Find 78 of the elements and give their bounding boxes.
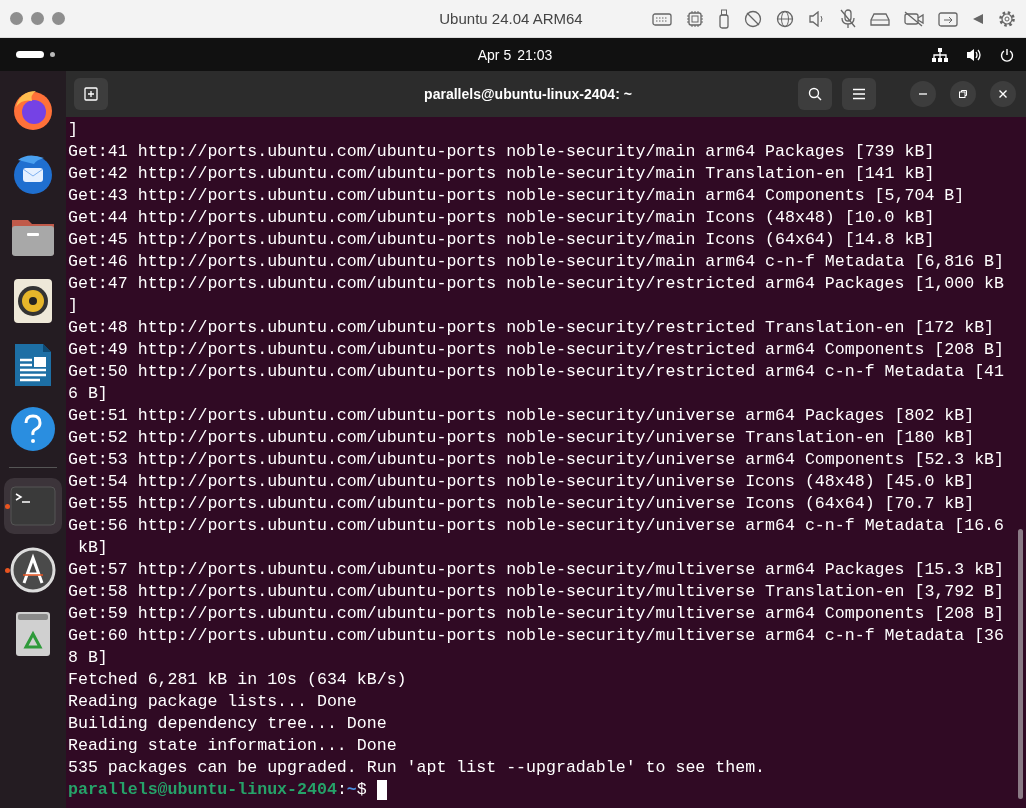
new-tab-button[interactable]	[74, 78, 108, 110]
terminal-output-line: Get:49 http://ports.ubuntu.com/ubuntu-ports noble-security/restricted arm64 Components [208 B]	[68, 339, 1006, 361]
window-control-dot[interactable]	[52, 12, 65, 25]
terminal-output-line: Building dependency tree... Done	[68, 713, 388, 735]
minimize-icon	[919, 93, 927, 95]
terminal-output-line: Get:43 http://ports.ubuntu.com/ubuntu-ports noble-security/main arm64 Components [5,704 B]	[68, 185, 966, 207]
window-title: Ubuntu 24.04 ARM64	[438, 10, 584, 27]
document-icon	[13, 342, 53, 388]
terminal-output-line: Get:48 http://ports.ubuntu.com/ubuntu-ports noble-security/restricted Translation-en [172 kB]	[68, 317, 996, 339]
window-control-dot[interactable]	[10, 12, 23, 25]
close-icon	[998, 89, 1008, 99]
speaker-icon	[13, 278, 53, 324]
help-icon	[10, 406, 56, 452]
keyboard-icon[interactable]	[652, 11, 672, 26]
search-button[interactable]	[798, 78, 832, 110]
triangle-icon[interactable]	[972, 12, 984, 25]
terminal-output-line: 535 packages can be upgraded. Run 'apt list --upgradable' to see them.	[68, 757, 767, 779]
terminal-output-line: Get:41 http://ports.ubuntu.com/ubuntu-ports noble-security/main arm64 Packages [739 kB]	[68, 141, 936, 163]
terminal-output-line: ]	[68, 119, 79, 141]
prompt-separator: :	[336, 779, 347, 801]
terminal-output-line: Get:59 http://ports.ubuntu.com/ubuntu-ports noble-security/multiverse arm64 Components [208 B]	[68, 603, 1006, 625]
settings-icon[interactable]	[998, 9, 1016, 28]
terminal-output-line: ]	[68, 295, 79, 317]
terminal-output-line: Get:54 http://ports.ubuntu.com/ubuntu-ports noble-security/universe Icons (48x48) [45.0 kB]	[68, 471, 976, 493]
terminal-output-line: Get:42 http://ports.ubuntu.com/ubuntu-ports noble-security/main Translation-en [141 kB]	[68, 163, 936, 185]
terminal-output-line: Reading package lists... Done	[68, 691, 358, 713]
time-label[interactable]: 21:03	[517, 46, 553, 63]
running-indicator	[5, 568, 10, 573]
window-control-dot[interactable]	[31, 12, 44, 25]
speaker-icon[interactable]	[808, 10, 826, 27]
restore-icon	[958, 89, 968, 99]
date-label[interactable]: Apr 5	[477, 46, 512, 63]
terminal-output-line: Get:44 http://ports.ubuntu.com/ubuntu-ports noble-security/main Icons (48x48) [10.0 kB]	[68, 207, 936, 229]
letter-a-icon	[10, 547, 56, 593]
volume-icon[interactable]	[966, 47, 982, 62]
muted-microphone-icon[interactable]	[840, 8, 856, 29]
terminal-output-line: Get:51 http://ports.ubuntu.com/ubuntu-ports noble-security/universe arm64 Packages [802 kB]	[68, 405, 976, 427]
terminal-output-line: Get:57 http://ports.ubuntu.com/ubuntu-ports noble-security/multiverse arm64 Packages [15.3 kB]	[68, 559, 1006, 581]
terminal-output-line: Get:45 http://ports.ubuntu.com/ubuntu-ports noble-security/main Icons (64x64) [14.8 kB]	[68, 229, 936, 251]
power-icon[interactable]	[1000, 47, 1014, 62]
search-icon	[808, 87, 822, 101]
menu-icon	[852, 88, 866, 100]
close-button[interactable]	[990, 81, 1016, 107]
terminal-output-line: Get:58 http://ports.ubuntu.com/ubuntu-ports noble-security/multiverse Translation-en [3,792 B]	[68, 581, 1006, 603]
terminal-title: parallels@ubuntu-linux-2404: ~	[423, 86, 633, 102]
prompt-path: ~	[346, 779, 357, 801]
minimize-button[interactable]	[910, 81, 936, 107]
new-tab-icon	[84, 87, 98, 101]
network-icon[interactable]	[932, 47, 948, 62]
running-indicator	[5, 504, 10, 509]
terminal-output-line: Get:53 http://ports.ubuntu.com/ubuntu-ports noble-security/universe arm64 Components [52.3 kB]	[68, 449, 1006, 471]
terminal-output-line: Fetched 6,281 kB in 10s (634 kB/s)	[68, 669, 408, 691]
terminal-output-line: Get:47 http://ports.ubuntu.com/ubuntu-ports noble-security/restricted arm64 Packages [1,000 kB	[68, 273, 1006, 295]
usb-drive-icon[interactable]	[718, 8, 730, 29]
terminal-output-line: Get:56 http://ports.ubuntu.com/ubuntu-ports noble-security/universe arm64 c-n-f Metadata [16.6	[68, 515, 1006, 537]
workspace-indicator[interactable]	[16, 51, 44, 58]
terminal-output-line: 6 B]	[68, 383, 109, 405]
terminal-output-line: Get:50 http://ports.ubuntu.com/ubuntu-ports noble-security/restricted arm64 c-n-f Metadata [41	[68, 361, 1006, 383]
text-cursor[interactable]	[376, 780, 387, 800]
drive-icon[interactable]	[870, 11, 890, 26]
globe-icon[interactable]	[776, 9, 794, 28]
restore-button[interactable]	[950, 81, 976, 107]
terminal-output-line: Get:60 http://ports.ubuntu.com/ubuntu-ports noble-security/multiverse arm64 c-n-f Metadata [36	[68, 625, 1006, 647]
prompt-user-host: parallels@ubuntu-linux-2404	[68, 779, 337, 801]
terminal-output-line: Get:46 http://ports.ubuntu.com/ubuntu-ports noble-security/main arm64 c-n-f Metadata [6,816 B]	[68, 251, 1006, 273]
scrollbar-thumb[interactable]	[1018, 529, 1023, 799]
recycle-bin-icon	[14, 611, 52, 657]
terminal-output-line: 8 B]	[68, 647, 109, 669]
terminal-output-line: Get:55 http://ports.ubuntu.com/ubuntu-ports noble-security/universe Icons (64x64) [70.7 kB]	[68, 493, 976, 515]
chip-icon[interactable]	[686, 9, 704, 28]
terminal-output-line: Reading state information... Done	[68, 735, 398, 757]
workspace-dot[interactable]	[50, 52, 55, 57]
terminal-output-line: Get:52 http://ports.ubuntu.com/ubuntu-ports noble-security/universe Translation-en [180 kB]	[68, 427, 976, 449]
terminal-icon	[10, 486, 56, 526]
terminal-output-line: kB]	[76, 537, 109, 559]
menu-button[interactable]	[842, 78, 876, 110]
prompt-symbol: $	[356, 779, 367, 801]
camera-off-icon[interactable]	[904, 10, 924, 27]
